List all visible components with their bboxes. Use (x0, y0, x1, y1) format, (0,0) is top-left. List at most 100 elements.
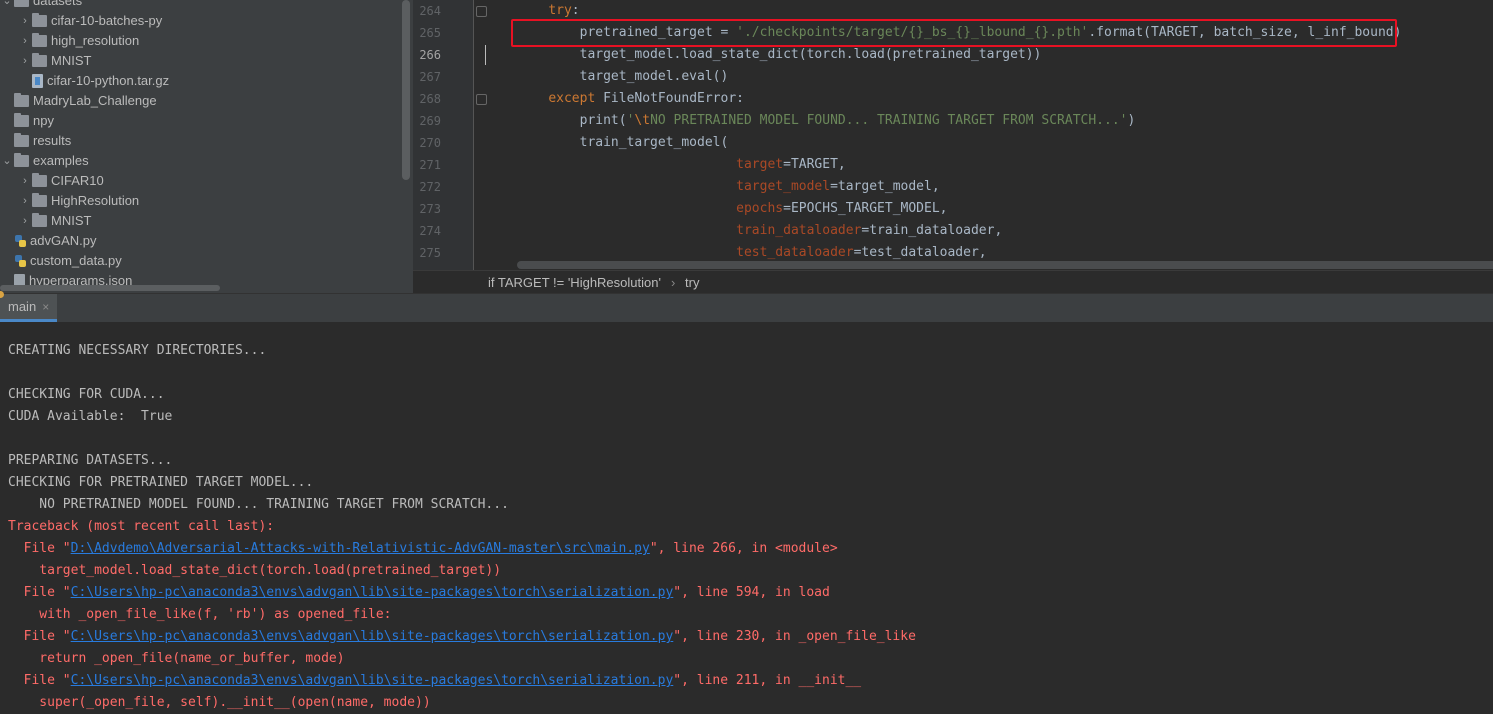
line-number: 266 (419, 48, 441, 62)
tree-item-label: MadryLab_Challenge (33, 93, 157, 108)
console-line: File "D:\Advdemo\Adversarial-Attacks-wit… (8, 538, 838, 560)
code-text: target_model.load_state_dict(torch.load(… (517, 47, 1042, 62)
line-number: 268 (419, 92, 441, 106)
tree-item[interactable]: ⌄ examples (0, 151, 89, 171)
tree-item[interactable]: MadryLab_Challenge (0, 91, 157, 111)
console-line: CHECKING FOR CUDA... (8, 387, 165, 402)
folder-icon (32, 193, 47, 207)
tree-item[interactable]: custom_data.py (0, 251, 122, 271)
folder-icon (32, 13, 47, 27)
tree-item[interactable]: results (0, 131, 71, 151)
chevron-down-icon[interactable]: ⌄ (0, 151, 14, 171)
code-line[interactable]: 269 print('\tNO PRETRAINED MODEL FOUND..… (413, 110, 1493, 132)
chevron-right-icon[interactable]: › (18, 191, 32, 211)
console-line: File "C:\Users\hp-pc\anaconda3\envs\advg… (8, 670, 861, 692)
line-number: 270 (419, 136, 441, 150)
tree-item-label: MNIST (51, 213, 92, 228)
code-line[interactable]: 273 epochs=EPOCHS_TARGET_MODEL, (413, 198, 1493, 220)
run-console[interactable]: CREATING NECESSARY DIRECTORIES... CHECKIN… (0, 322, 1493, 714)
tree-item[interactable]: › high_resolution (18, 31, 139, 51)
line-number: 269 (419, 114, 441, 128)
line-number: 264 (419, 4, 441, 18)
code-text: except FileNotFoundError: (548, 91, 744, 106)
folder-icon (14, 153, 29, 167)
chevron-right-icon[interactable]: › (18, 51, 32, 71)
tree-item-label: HighResolution (51, 193, 140, 208)
tree-item-label: high_resolution (51, 33, 140, 48)
tree-item[interactable]: › CIFAR10 (18, 171, 104, 191)
folder-icon (14, 113, 29, 127)
tree-item[interactable]: npy (0, 111, 54, 131)
python-run-icon (0, 291, 4, 298)
tree-horizontal-scrollbar[interactable] (0, 285, 220, 291)
code-editor[interactable]: 264 try: 265 pretrained_target = './check… (413, 0, 1493, 293)
line-number: 265 (419, 26, 441, 40)
fold-marker-icon[interactable] (476, 6, 487, 17)
tree-item-label: examples (33, 153, 89, 168)
breadcrumb: if TARGET != 'HighResolution' › try (413, 270, 1493, 293)
tree-item[interactable]: › cifar-10-batches-py (18, 11, 162, 31)
python-file-icon (14, 234, 27, 248)
project-tree: ⌄ datasets › cifar-10-batches-py › high_resol… (0, 0, 413, 293)
chevron-down-icon[interactable]: ⌄ (0, 0, 14, 11)
fold-marker-icon[interactable] (476, 94, 487, 105)
tree-item[interactable]: cifar-10-python.tar.gz (18, 71, 169, 91)
run-tab-label: main (8, 299, 37, 314)
console-text: File " (8, 629, 71, 644)
tree-item[interactable]: › MNIST (18, 51, 91, 71)
console-line: NO PRETRAINED MODEL FOUND... TRAINING TA… (8, 497, 509, 512)
console-line: File "C:\Users\hp-pc\anaconda3\envs\advg… (8, 626, 916, 648)
breadcrumb-item-if[interactable]: if TARGET != 'HighResolution' (488, 271, 661, 293)
editor-horizontal-scrollbar[interactable] (517, 261, 1493, 269)
code-line[interactable]: 270 train_target_model( (413, 132, 1493, 154)
tree-item[interactable]: ⌄ datasets (0, 0, 82, 11)
file-link[interactable]: D:\Advdemo\Adversarial-Attacks-with-Rela… (71, 541, 650, 556)
line-number: 275 (419, 246, 441, 260)
folder-icon (14, 0, 29, 7)
tree-item-label: CIFAR10 (51, 173, 104, 188)
chevron-right-icon[interactable]: › (18, 31, 32, 51)
chevron-right-icon[interactable]: › (18, 211, 32, 231)
tree-item-label: results (33, 133, 72, 148)
code-line[interactable]: 271 target=TARGET, (413, 154, 1493, 176)
folder-icon (14, 93, 29, 107)
tree-item-label: cifar-10-batches-py (51, 13, 163, 28)
run-tab-bar: main × (0, 291, 1493, 323)
console-text: File " (8, 673, 71, 688)
code-line[interactable]: 274 train_dataloader=train_dataloader, (413, 220, 1493, 242)
code-text: target=TARGET, (736, 157, 846, 172)
tree-item-label: datasets (33, 0, 83, 8)
tree-vertical-scrollbar[interactable] (402, 0, 410, 180)
code-text: target_model=target_model, (736, 179, 940, 194)
console-line: CUDA Available: True (8, 409, 173, 424)
breadcrumb-separator-icon: › (671, 275, 676, 290)
file-link[interactable]: C:\Users\hp-pc\anaconda3\envs\advgan\lib… (71, 673, 674, 688)
code-line[interactable]: 266 target_model.load_state_dict(torch.l… (413, 44, 1493, 66)
tree-item[interactable]: › HighResolution (18, 191, 139, 211)
folder-icon (32, 33, 47, 47)
file-link[interactable]: C:\Users\hp-pc\anaconda3\envs\advgan\lib… (71, 585, 674, 600)
breadcrumb-item-try[interactable]: try (685, 271, 699, 293)
code-line[interactable]: 272 target_model=target_model, (413, 176, 1493, 198)
close-icon[interactable]: × (42, 300, 49, 314)
line-number: 267 (419, 70, 441, 84)
console-line: target_model.load_state_dict(torch.load(… (8, 563, 502, 578)
line-number: 272 (419, 180, 441, 194)
folder-icon (14, 133, 29, 147)
python-file-icon (14, 254, 27, 268)
console-line: return _open_file(name_or_buffer, mode) (8, 651, 345, 666)
chevron-right-icon[interactable]: › (18, 171, 32, 191)
tree-item[interactable]: advGAN.py (0, 231, 96, 251)
code-text: target_model.eval() (517, 69, 729, 84)
text-caret (485, 45, 486, 65)
console-text: ", line 230, in _open_file_like (673, 629, 916, 644)
tree-item-label: advGAN.py (30, 233, 97, 248)
console-line: super(_open_file, self).__init__(open(na… (8, 695, 431, 710)
file-link[interactable]: C:\Users\hp-pc\anaconda3\envs\advgan\lib… (71, 629, 674, 644)
code-line[interactable]: 268 except FileNotFoundError: (413, 88, 1493, 110)
code-line[interactable]: 267 target_model.eval() (413, 66, 1493, 88)
tree-item[interactable]: › MNIST (18, 211, 91, 231)
chevron-right-icon[interactable]: › (18, 11, 32, 31)
tree-item-label: cifar-10-python.tar.gz (47, 73, 170, 88)
run-tab-main[interactable]: main × (0, 291, 58, 322)
